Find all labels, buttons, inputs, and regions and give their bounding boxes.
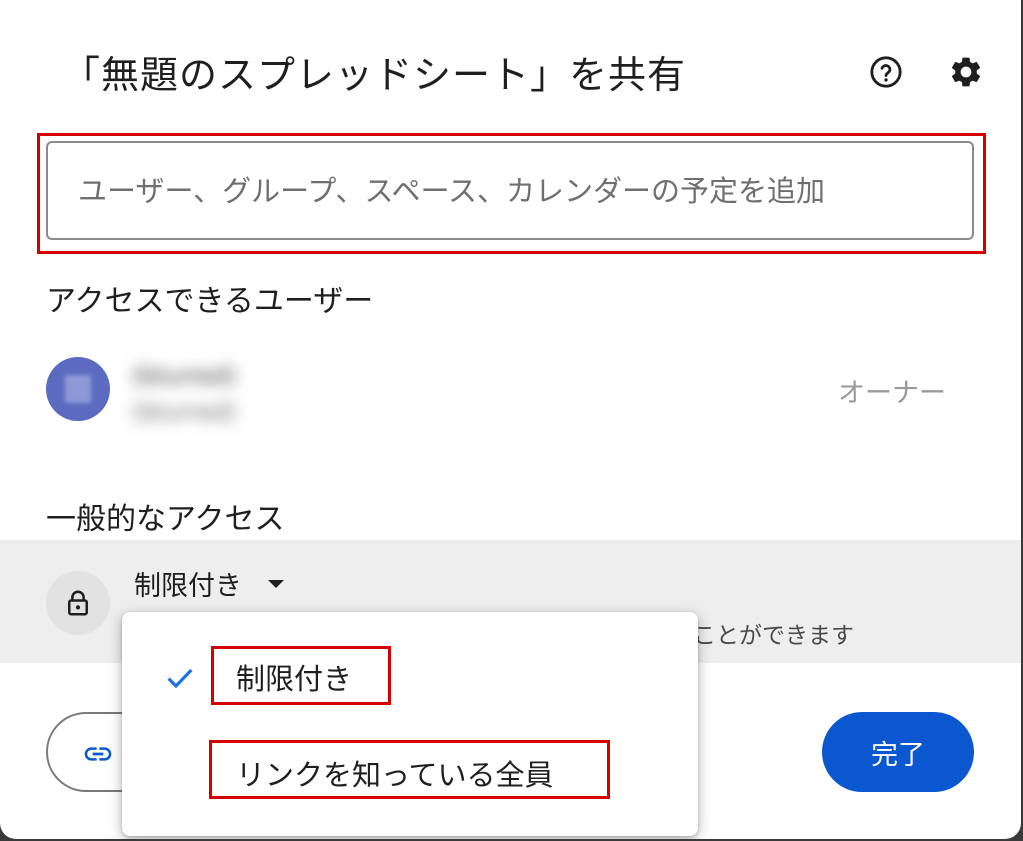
user-email: (blurred) [132, 398, 237, 426]
general-access-heading: 一般的なアクセス [46, 502, 285, 537]
lock-icon [68, 590, 88, 616]
highlight-anyone-option [209, 740, 610, 799]
check-icon [167, 668, 193, 689]
settings-button[interactable] [942, 48, 990, 96]
menu-item-restricted[interactable]: 制限付き [122, 636, 698, 716]
owner-user-info: (blurred) (blurred) [128, 352, 448, 442]
access-level-dropdown[interactable]: 制限付き [134, 564, 284, 603]
avatar-image [65, 375, 91, 403]
user-name: (blurred) [132, 362, 237, 390]
access-level-menu: 制限付き リンクを知っている全員 [122, 612, 698, 836]
gear-icon [951, 57, 981, 87]
chevron-down-icon [268, 579, 284, 588]
help-button[interactable] [862, 48, 910, 96]
dialog-title: 「無題のスプレッドシート」を共有 [62, 53, 687, 97]
people-with-access-heading: アクセスできるユーザー [46, 284, 374, 319]
link-icon [82, 738, 114, 774]
done-button[interactable]: 完了 [822, 712, 974, 792]
avatar [46, 357, 110, 421]
access-level-selected: 制限付き [134, 571, 242, 602]
lock-icon-container [46, 571, 110, 635]
help-circle-icon [870, 56, 902, 88]
highlight-share-input [37, 133, 986, 254]
share-dialog: 「無題のスプレッドシート」を共有 アクセスできるユーザー (blurred) (… [0, 0, 1021, 839]
owner-role-label: オーナー [838, 378, 946, 409]
highlight-restricted-option [211, 646, 391, 705]
